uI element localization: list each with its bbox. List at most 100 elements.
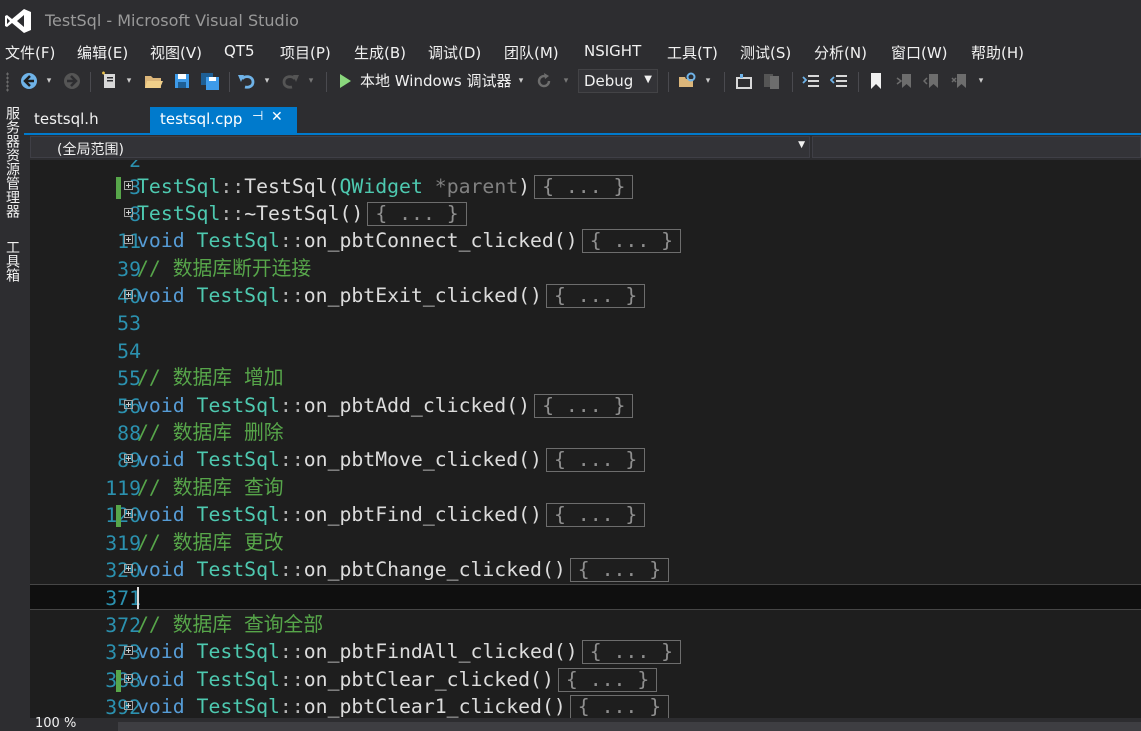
collapsed-body[interactable]: { ... } [367, 202, 467, 226]
code-line[interactable]: 56 void TestSql::on_pbtAdd_clicked(){ ...… [30, 393, 1141, 419]
expand-outline-icon[interactable] [124, 454, 133, 463]
play-icon[interactable] [336, 70, 354, 92]
menu-qt5[interactable]: QT5 [224, 42, 255, 60]
redo-icon[interactable] [278, 70, 302, 92]
comment-icon[interactable] [800, 70, 824, 92]
toolbar-grip[interactable] [6, 72, 9, 92]
close-icon[interactable]: ✕ [271, 109, 283, 125]
pin-icon[interactable]: ⊣ [252, 109, 263, 124]
code-line[interactable]: 388 void TestSql::on_pbtClear_clicked(){ … [30, 667, 1141, 693]
code-line[interactable]: 3 TestSql::TestSql(QWidget *parent){ ... … [30, 174, 1141, 200]
collapsed-body[interactable]: { ... } [557, 668, 658, 692]
open-icon[interactable] [142, 70, 166, 92]
code-line[interactable]: 55// 数据库 增加 [30, 365, 1141, 391]
code-line[interactable]: 319// 数据库 更改 [30, 530, 1141, 556]
toolbar-separator [90, 72, 91, 92]
collapsed-body[interactable]: { ... } [569, 695, 670, 718]
menu-view[interactable]: 视图(V) [150, 42, 202, 63]
collapsed-body[interactable]: { ... } [545, 284, 646, 308]
toolbox-tab[interactable]: 工具箱 [2, 240, 22, 282]
forward-icon[interactable] [60, 70, 84, 92]
menu-debug[interactable]: 调试(D) [428, 42, 481, 63]
expand-outline-icon[interactable] [124, 235, 133, 244]
menu-build[interactable]: 生成(B) [354, 42, 406, 63]
properties-icon[interactable] [760, 70, 784, 92]
code-editor[interactable]: 2 3 TestSql::TestSql(QWidget *parent){ ...… [30, 160, 1141, 718]
code-line[interactable]: 39// 数据库断开连接 [30, 256, 1141, 282]
current-line[interactable]: 371 [30, 584, 1141, 610]
menu-edit[interactable]: 编辑(E) [77, 42, 128, 63]
save-all-icon[interactable] [198, 70, 222, 92]
menu-test[interactable]: 测试(S) [740, 42, 791, 63]
new-item-icon[interactable] [98, 70, 122, 92]
refresh-dropdown-icon[interactable]: ▾ [561, 70, 571, 92]
tab-testsql-h[interactable]: testsql.h [24, 107, 144, 133]
menu-team[interactable]: 团队(M) [504, 42, 559, 63]
expand-outline-icon[interactable] [124, 674, 133, 683]
toolbar-overflow-icon[interactable]: ▾ [702, 70, 714, 92]
expand-outline-icon[interactable] [124, 509, 133, 518]
expand-outline-icon[interactable] [124, 208, 133, 217]
solution-configuration-select[interactable]: Debug ▼ [578, 69, 658, 93]
start-debugging-button[interactable]: 本地 Windows 调试器 [360, 70, 512, 91]
menu-project[interactable]: 项目(P) [280, 42, 331, 63]
code-line[interactable]: 88// 数据库 删除 [30, 420, 1141, 446]
uncomment-icon[interactable] [828, 70, 852, 92]
save-icon[interactable] [170, 70, 194, 92]
server-explorer-tab[interactable]: 服务器资源管理器 [2, 106, 22, 218]
menu-file[interactable]: 文件(F) [5, 42, 55, 63]
scope-dropdown[interactable]: (全局范围) ▼ [30, 136, 810, 158]
collapsed-body[interactable]: { ... } [569, 558, 670, 582]
code-line[interactable]: 392 void TestSql::on_pbtClear1_clicked(){… [30, 694, 1141, 718]
code-line[interactable]: 372// 数据库 查询全部 [30, 612, 1141, 638]
member-dropdown[interactable] [812, 136, 1141, 158]
collapsed-body[interactable]: { ... } [545, 448, 646, 472]
new-item-dropdown-icon[interactable]: ▾ [124, 70, 134, 92]
expand-outline-icon[interactable] [124, 181, 133, 190]
collapsed-body[interactable]: { ... } [534, 175, 634, 199]
menu-window[interactable]: 窗口(W) [891, 42, 948, 63]
menu-help[interactable]: 帮助(H) [971, 42, 1024, 63]
collapsed-body[interactable]: { ... } [545, 503, 646, 527]
back-dropdown-icon[interactable]: ▾ [44, 70, 54, 92]
code-line[interactable]: 53 [30, 310, 1141, 336]
code-line[interactable]: 120 void TestSql::on_pbtFind_clicked(){ .… [30, 502, 1141, 528]
collapsed-body[interactable]: { ... } [534, 394, 634, 418]
code-line[interactable]: 89 void TestSql::on_pbtMove_clicked(){ ..… [30, 447, 1141, 473]
zoom-level[interactable]: 100 % [35, 716, 76, 731]
expand-outline-icon[interactable] [124, 646, 133, 655]
code-line[interactable]: 2 [30, 160, 1141, 173]
horizontal-scrollbar[interactable] [118, 722, 1141, 731]
toolbar-overflow-icon[interactable]: ▾ [975, 70, 987, 92]
redo-dropdown-icon[interactable]: ▾ [306, 70, 316, 92]
refresh-icon[interactable] [533, 70, 555, 92]
expand-outline-icon[interactable] [124, 400, 133, 409]
code-line[interactable]: 119// 数据库 查询 [30, 475, 1141, 501]
code-line[interactable]: 8 TestSql::~TestSql(){ ... } [30, 201, 1141, 227]
collapsed-body[interactable]: { ... } [581, 229, 682, 253]
back-icon[interactable] [16, 70, 42, 92]
menu-nsight[interactable]: NSIGHT [584, 42, 641, 60]
solution-explorer-icon[interactable] [732, 70, 756, 92]
expand-outline-icon[interactable] [124, 290, 133, 299]
menu-tools[interactable]: 工具(T) [667, 42, 718, 63]
code-line[interactable]: 320 void TestSql::on_pbtChange_clicked(){… [30, 557, 1141, 583]
undo-dropdown-icon[interactable]: ▾ [262, 70, 272, 92]
code-line[interactable]: 11 void TestSql::on_pbtConnect_clicked(){… [30, 228, 1141, 254]
previous-bookmark-icon[interactable] [894, 70, 916, 92]
clear-bookmarks-icon[interactable] [949, 70, 971, 92]
collapsed-body[interactable]: { ... } [581, 640, 682, 664]
code-line[interactable]: 373 void TestSql::on_pbtFindAll_clicked()… [30, 639, 1141, 665]
menu-analyze[interactable]: 分析(N) [814, 42, 867, 63]
expand-outline-icon[interactable] [124, 701, 133, 710]
code-line[interactable]: 40 void TestSql::on_pbtExit_clicked(){ ..… [30, 283, 1141, 309]
bookmark-icon[interactable] [866, 70, 886, 92]
tab-testsql-cpp[interactable]: testsql.cpp ⊣ ✕ [150, 107, 297, 133]
next-bookmark-icon[interactable] [921, 70, 943, 92]
run-target-dropdown-icon[interactable]: ▾ [516, 70, 526, 92]
undo-icon[interactable] [235, 70, 259, 92]
class-name: TestSql [196, 448, 280, 471]
expand-outline-icon[interactable] [124, 564, 133, 573]
find-in-files-icon[interactable] [675, 70, 699, 92]
code-line[interactable]: 54 [30, 338, 1141, 364]
